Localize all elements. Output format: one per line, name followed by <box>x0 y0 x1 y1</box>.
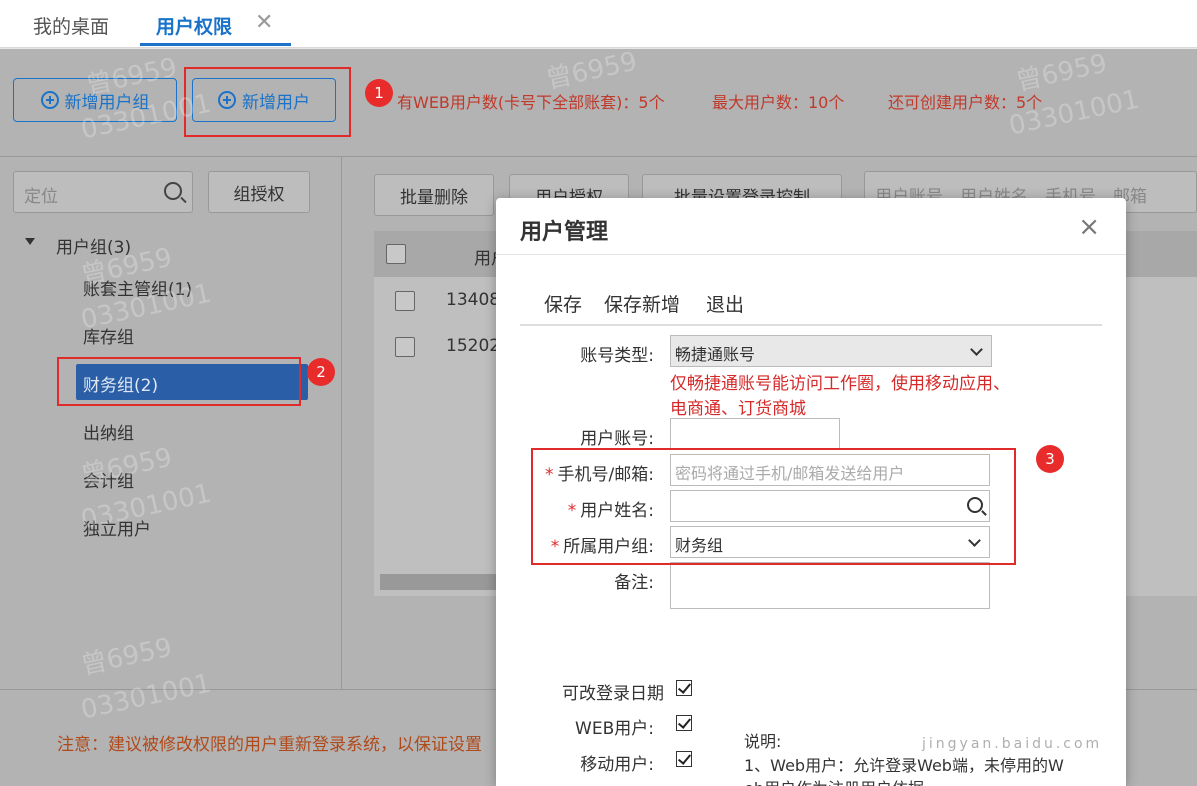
notice-text: 注意：建议被修改权限的用户重新登录系统，以保证设置 <box>57 735 482 755</box>
web-user-count: 有WEB用户数(卡号下全部账套)：5个 <box>397 93 665 112</box>
close-icon[interactable]: ✕ <box>255 10 273 35</box>
dialog-title: 用户管理 <box>520 220 609 245</box>
highlight-box-3 <box>531 448 1016 565</box>
dialog-divider <box>496 254 1126 255</box>
explain-title: 说明: <box>744 732 782 751</box>
action-divider <box>520 324 1102 326</box>
plus-circle-icon <box>40 91 59 109</box>
save-new-button[interactable]: 保存新增 <box>604 290 680 317</box>
tab-desktop[interactable]: 我的桌面 <box>33 12 109 39</box>
caret-down-icon[interactable] <box>25 238 35 245</box>
baidu-logo: Baidu经验 <box>915 670 1124 716</box>
mobile-user-checkbox[interactable] <box>676 751 692 767</box>
step-badge-1: 1 <box>365 79 393 107</box>
user-account-label: 用户账号: <box>580 429 654 449</box>
group-auth-button[interactable]: 组授权 <box>208 171 310 213</box>
horizontal-scrollbar[interactable] <box>380 574 504 590</box>
step-badge-2: 2 <box>307 358 335 386</box>
mobile-user-label: 移动用户: <box>580 755 654 775</box>
account-type-warning: 仅畅捷通账号能访问工作圈，使用移动应用、电商通、订货商城 <box>670 374 1010 419</box>
tree-item-cashier[interactable]: 出纳组 <box>83 419 134 444</box>
web-user-checkbox[interactable] <box>676 715 692 731</box>
highlight-box-2 <box>57 357 301 406</box>
remark-textarea[interactable] <box>670 562 990 609</box>
web-user-label: WEB用户: <box>575 719 654 739</box>
account-type-label: 账号类型: <box>580 346 654 366</box>
account-type-select[interactable]: 畅捷通账号 <box>670 335 992 367</box>
tab-user-permissions[interactable]: 用户权限 <box>156 12 232 39</box>
explain-line-2: eb用户作为注册用户依据 <box>744 775 924 786</box>
step-badge-3: 3 <box>1036 445 1064 473</box>
remark-label: 备注: <box>614 573 654 593</box>
locate-placeholder: 定位 <box>24 187 58 207</box>
search-icon[interactable] <box>164 182 182 200</box>
batch-delete-button[interactable]: 批量删除 <box>374 174 494 216</box>
baidu-url: jingyan.baidu.com <box>922 736 1103 752</box>
user-account-input[interactable] <box>670 418 840 450</box>
row-checkbox[interactable] <box>395 291 415 311</box>
table-cell-account: 15202 <box>446 336 501 356</box>
row-checkbox[interactable] <box>395 337 415 357</box>
locate-input[interactable]: 定位 <box>13 171 193 213</box>
can-change-date-checkbox[interactable] <box>676 680 692 696</box>
exit-button[interactable]: 退出 <box>706 290 744 317</box>
save-button[interactable]: 保存 <box>544 290 582 317</box>
account-type-value: 畅捷通账号 <box>675 345 756 364</box>
tab-bar: 我的桌面 用户权限 ✕ <box>0 0 1197 48</box>
can-change-date-label: 可改登录日期 <box>562 684 664 704</box>
select-all-checkbox[interactable] <box>386 244 406 264</box>
active-tab-indicator <box>140 43 291 46</box>
explain-line-1: 1、Web用户：允许登录Web端，未停用的W <box>744 756 1064 775</box>
max-user-count: 最大用户数：10个 <box>712 93 845 112</box>
chevron-down-icon <box>970 343 983 356</box>
close-icon[interactable]: × <box>1078 212 1100 242</box>
table-cell-account: 13408 <box>446 290 501 310</box>
left-panel <box>0 157 342 689</box>
